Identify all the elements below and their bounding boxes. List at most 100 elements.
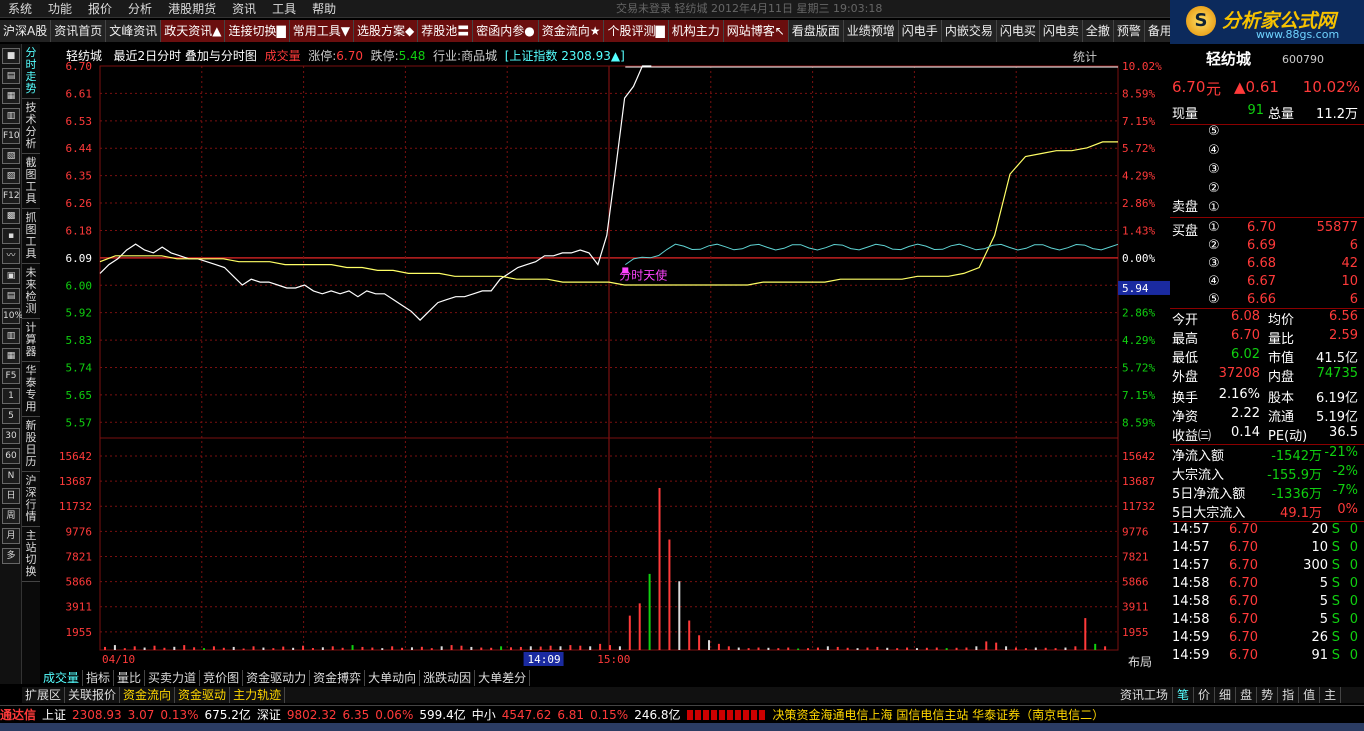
tick-row-3-cell-2: 5: [1319, 576, 1328, 591]
right-tab-2[interactable]: 细: [1215, 687, 1237, 703]
news-ticker[interactable]: 决策资金海通电信上海 国信电信主站 华泰证券（南京电信二）: [773, 706, 1105, 723]
indicator-tab-1[interactable]: 指标: [83, 670, 115, 686]
toolbar-button-11[interactable]: 机构主力: [668, 20, 724, 42]
toolbar-button-2[interactable]: 文峰资讯: [106, 20, 162, 42]
right-tab-4[interactable]: 势: [1257, 687, 1279, 703]
toolbar-button-0[interactable]: 沪深A股: [0, 20, 52, 42]
right-tab-0[interactable]: 笔: [1173, 687, 1195, 703]
indicator-tab-6[interactable]: 资金搏弈: [310, 670, 366, 686]
indicator-tab-9[interactable]: 大单差分: [475, 670, 531, 686]
right-tab-5[interactable]: 指: [1278, 687, 1300, 703]
left-tool-icon-15[interactable]: ▦: [2, 348, 20, 364]
vertical-tab-2[interactable]: 截图工具: [22, 154, 40, 209]
indicator-tab-8[interactable]: 涨跌动因: [420, 670, 476, 686]
left-tool-icon-20[interactable]: 60: [2, 448, 20, 464]
toolbar-button-5[interactable]: 常用工具▼: [289, 20, 354, 42]
left-tool-icon-4[interactable]: F10: [2, 128, 20, 144]
toolbar-button-9[interactable]: 资金流向★: [538, 20, 605, 42]
vertical-tab-5[interactable]: 计算器: [22, 319, 40, 362]
toolbar-button-18[interactable]: 闪电卖: [1040, 20, 1083, 42]
left-tool-icon-24[interactable]: 月: [2, 528, 20, 544]
toolbar-button-17[interactable]: 闪电买: [997, 20, 1040, 42]
toolbar-button-3[interactable]: 政天资讯▲: [161, 20, 226, 42]
left-tool-icon-14[interactable]: ▥: [2, 328, 20, 344]
left-tool-icon-8[interactable]: ▩: [2, 208, 20, 224]
layout-button[interactable]: 布局: [1128, 655, 1152, 669]
extension-tab-2[interactable]: 资金流向: [120, 687, 176, 703]
volume-bar-29: [391, 646, 394, 650]
left-tool-icon-25[interactable]: 多: [2, 548, 20, 564]
left-tool-icon-9[interactable]: ▪: [2, 228, 20, 244]
vertical-tab-9[interactable]: 主站切换: [22, 527, 40, 582]
toolbar-button-12[interactable]: 网站博客↖: [723, 20, 789, 42]
toolbar-button-21[interactable]: 备用: [1145, 20, 1170, 42]
toolbar-button-15[interactable]: 闪电手: [899, 20, 942, 42]
left-tool-icon-12[interactable]: ▤: [2, 288, 20, 304]
menu-item-1[interactable]: 功能: [40, 0, 80, 18]
toolbar-button-20[interactable]: 预警: [1114, 20, 1145, 42]
vertical-tab-1[interactable]: 技术分析: [22, 99, 40, 154]
toolbar-button-19[interactable]: 全撤: [1083, 20, 1114, 42]
left-tool-icon-18[interactable]: 5: [2, 408, 20, 424]
left-tool-icon-22[interactable]: 日: [2, 488, 20, 504]
left-tool-icon-2[interactable]: ▦: [2, 88, 20, 104]
volume-bar-90: [995, 642, 998, 650]
menu-item-2[interactable]: 报价: [80, 0, 120, 18]
left-tool-icon-13[interactable]: 10%: [2, 308, 23, 324]
right-tab-6[interactable]: 值: [1299, 687, 1321, 703]
extension-tab-3[interactable]: 资金驱动: [175, 687, 231, 703]
indicator-tab-0[interactable]: 成交量: [40, 670, 84, 686]
left-tool-icon-21[interactable]: N: [2, 468, 20, 484]
toolbar-button-13[interactable]: 看盘版面: [789, 20, 844, 42]
volume-bar-47: [569, 645, 572, 650]
info-workshop-tab[interactable]: 资讯工场: [1116, 687, 1174, 703]
toolbar-button-7[interactable]: 荐股池〓: [418, 20, 474, 42]
menu-item-4[interactable]: 港股期货: [160, 0, 224, 18]
extension-tab-4[interactable]: 主力轨迹: [230, 687, 286, 703]
vertical-tab-4[interactable]: 未来检测: [22, 264, 40, 319]
menu-item-7[interactable]: 帮助: [304, 0, 344, 18]
indicator-tab-3[interactable]: 买卖力道: [145, 670, 201, 686]
toolbar-button-1[interactable]: 资讯首页: [51, 20, 107, 42]
overlay-index[interactable]: [上证指数 2308.93▲]: [505, 49, 625, 63]
left-tool-icon-6[interactable]: ▨: [2, 168, 20, 184]
toolbar-button-10[interactable]: 个股评测▇: [604, 20, 669, 42]
left-tool-icon-11[interactable]: ▣: [2, 268, 20, 284]
vertical-tab-3[interactable]: 抓图工具: [22, 209, 40, 264]
chart-area[interactable]: 6.70 10.02% 6.61 8.59% 6.53 7.15% 6.44 5.72% 6.3…: [40, 44, 1172, 689]
menu-item-0[interactable]: 系统: [0, 0, 40, 18]
toolbar-button-4[interactable]: 连接切换▇: [225, 20, 290, 42]
vertical-tab-7[interactable]: 新股日历: [22, 417, 40, 472]
toolbar-button-14[interactable]: 业绩预增: [844, 20, 899, 42]
right-tab-1[interactable]: 价: [1194, 687, 1216, 703]
menu-item-5[interactable]: 资讯: [224, 0, 264, 18]
left-tool-icon-5[interactable]: ▧: [2, 148, 20, 164]
right-tab-7[interactable]: 主: [1320, 687, 1342, 703]
menu-item-6[interactable]: 工具: [264, 0, 304, 18]
vertical-tab-8[interactable]: 沪深行情: [22, 472, 40, 527]
extension-tab-0[interactable]: 扩展区: [22, 687, 66, 703]
vertical-tab-6[interactable]: 华泰专用: [22, 362, 40, 417]
volume-bar-52: [618, 646, 621, 650]
left-tool-icon-23[interactable]: 周: [2, 508, 20, 524]
left-tool-icon-10[interactable]: 〰: [2, 248, 20, 264]
extension-tab-1[interactable]: 关联报价: [65, 687, 121, 703]
toolbar-button-6[interactable]: 选股方案◆: [353, 20, 419, 42]
left-tool-icon-7[interactable]: F12: [2, 188, 20, 204]
indicator-tab-4[interactable]: 竞价图: [200, 670, 244, 686]
left-tool-icon-0[interactable]: ■: [2, 48, 20, 64]
left-tool-icon-3[interactable]: ▥: [2, 108, 20, 124]
right-tab-3[interactable]: 盘: [1236, 687, 1258, 703]
menu-item-3[interactable]: 分析: [120, 0, 160, 18]
indicator-tab-5[interactable]: 资金驱动力: [243, 670, 311, 686]
toolbar-button-16[interactable]: 内嵌交易: [942, 20, 997, 42]
indicator-tab-2[interactable]: 量比: [114, 670, 146, 686]
indicator-tab-7[interactable]: 大单动向: [365, 670, 421, 686]
left-tool-icon-16[interactable]: F5: [2, 368, 20, 384]
vertical-tab-0[interactable]: 分时走势: [22, 44, 40, 99]
left-tool-icon-19[interactable]: 30: [2, 428, 20, 444]
toolbar-button-8[interactable]: 密函内参●: [473, 20, 539, 42]
left-tool-icon-17[interactable]: 1: [2, 388, 20, 404]
stats-button[interactable]: 统计: [1073, 48, 1097, 65]
left-tool-icon-1[interactable]: ▤: [2, 68, 20, 84]
